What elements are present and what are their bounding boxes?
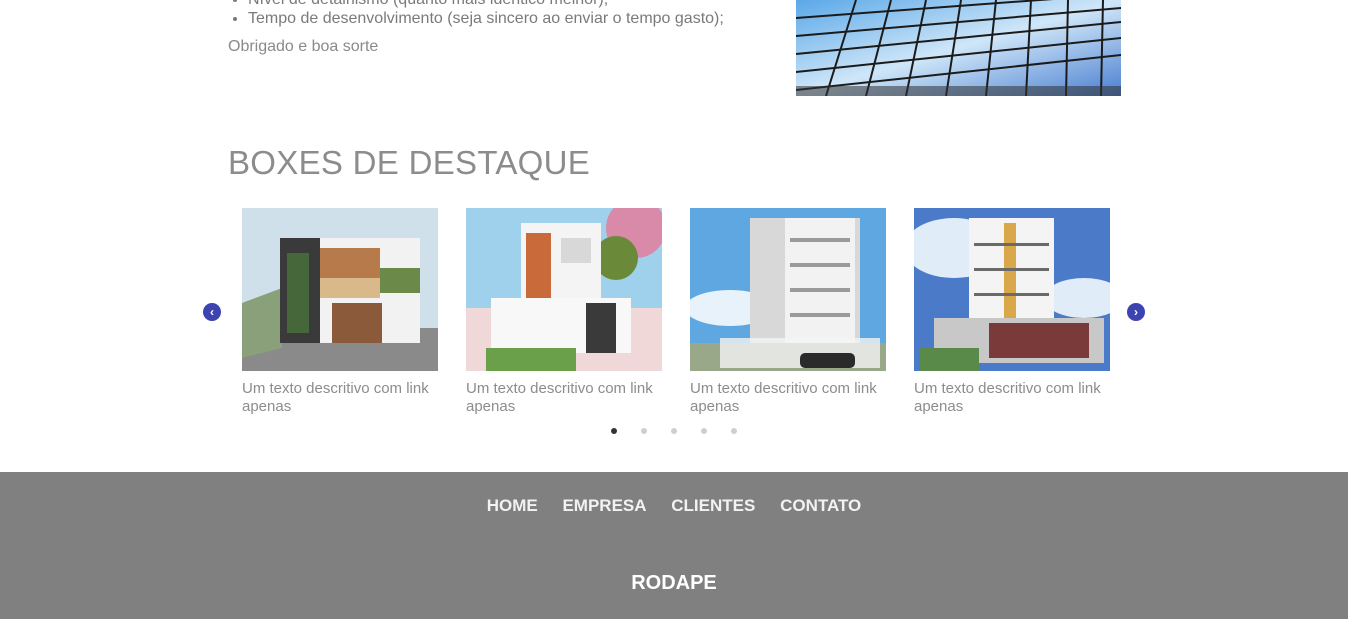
carousel-dot[interactable] — [611, 428, 617, 434]
carousel-dot[interactable] — [671, 428, 677, 434]
carousel-prev-button[interactable]: ‹ — [203, 303, 221, 321]
building-image[interactable] — [690, 208, 886, 371]
house-image[interactable] — [242, 208, 438, 371]
house-image[interactable] — [466, 208, 662, 371]
footer-link-empresa[interactable]: EMPRESA — [562, 496, 646, 516]
highlight-card: Um texto descritivo com link apenas — [914, 208, 1110, 416]
intro-bullet: Nível de detalhismo (quanto mais idêntic… — [248, 0, 724, 9]
chevron-right-icon: › — [1134, 305, 1138, 319]
building-image — [796, 0, 1121, 96]
chevron-left-icon: ‹ — [210, 305, 214, 319]
section-title: BOXES DE DESTAQUE — [228, 144, 591, 181]
card-link[interactable]: Um texto descritivo com link apenas — [914, 380, 1110, 416]
footer-link-home[interactable]: HOME — [487, 496, 538, 516]
footer: HOME EMPRESA CLIENTES CONTATO RODAPE — [0, 472, 1348, 619]
closing-text: Obrigado e boa sorte — [228, 38, 379, 55]
card-link[interactable]: Um texto descritivo com link apenas — [466, 380, 662, 416]
footer-nav: HOME EMPRESA CLIENTES CONTATO — [0, 496, 1348, 516]
card-link[interactable]: Um texto descritivo com link apenas — [690, 380, 886, 416]
intro-bullet: Tempo de desenvolvimento (seja sincero a… — [248, 9, 724, 28]
carousel-dots — [611, 428, 737, 434]
intro-list: Nível de detalhismo (quanto mais idêntic… — [228, 0, 724, 28]
page: Nível de detalhismo (quanto mais idêntic… — [0, 0, 1348, 619]
carousel-dot[interactable] — [731, 428, 737, 434]
highlight-card: Um texto descritivo com link apenas — [690, 208, 886, 416]
carousel-dot[interactable] — [641, 428, 647, 434]
footer-title: RODAPE — [631, 572, 717, 594]
highlight-card: Um texto descritivo com link apenas — [242, 208, 438, 416]
building-image[interactable] — [914, 208, 1110, 371]
carousel-dot[interactable] — [701, 428, 707, 434]
carousel-next-button[interactable]: › — [1127, 303, 1145, 321]
footer-link-contato[interactable]: CONTATO — [780, 496, 861, 516]
footer-link-clientes[interactable]: CLIENTES — [671, 496, 755, 516]
card-link[interactable]: Um texto descritivo com link apenas — [242, 380, 438, 416]
highlight-card: Um texto descritivo com link apenas — [466, 208, 662, 416]
